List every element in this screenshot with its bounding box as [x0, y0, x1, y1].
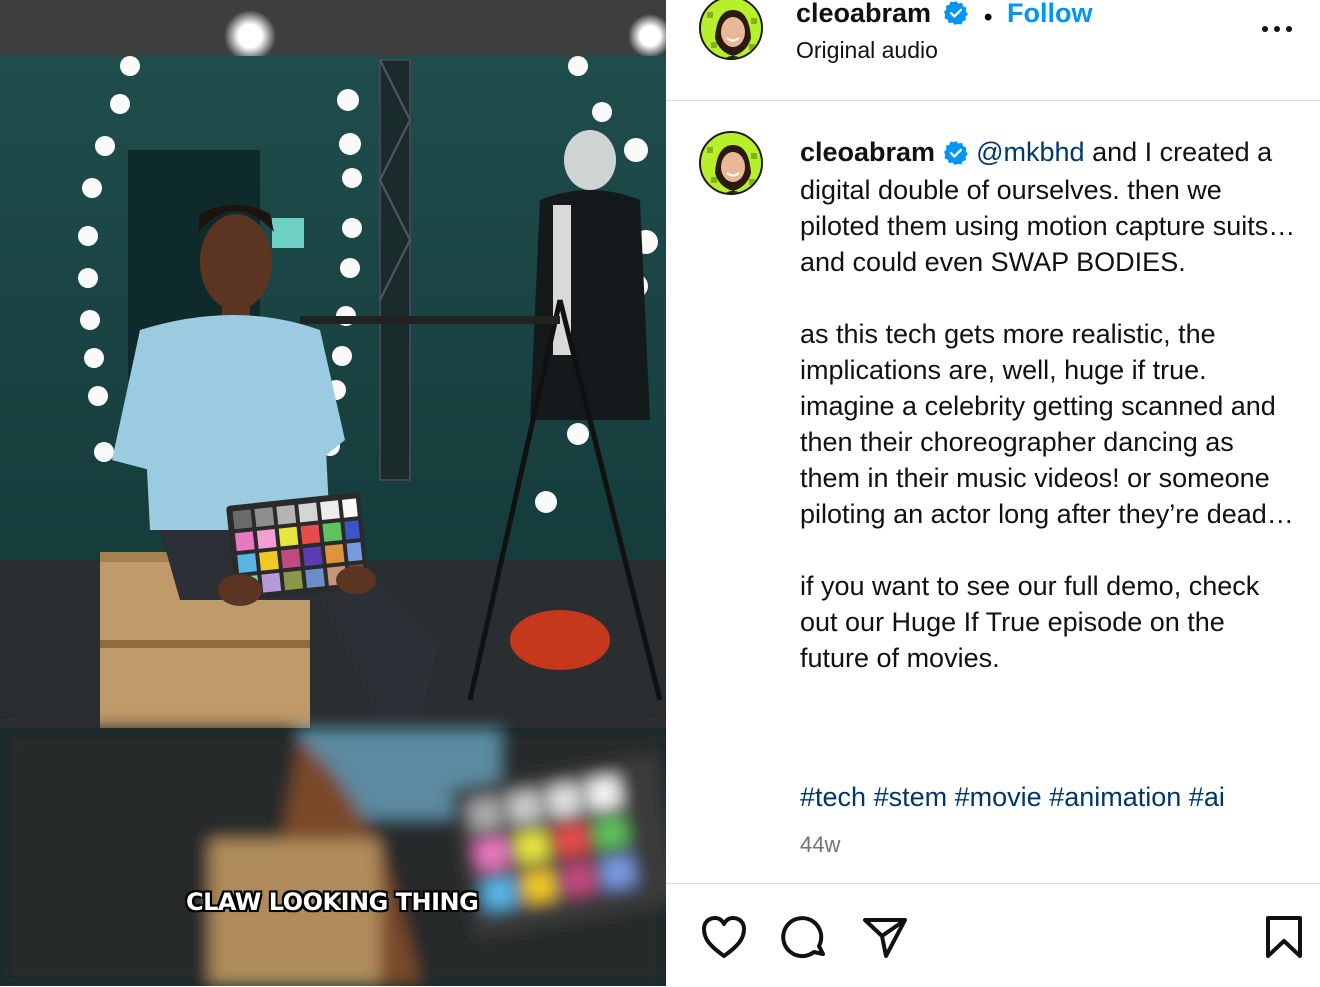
hashtags: #tech #stem #movie #animation #ai: [800, 782, 1225, 813]
hashtag-link[interactable]: #tech: [800, 782, 866, 812]
caption-username[interactable]: cleoabram: [800, 137, 935, 167]
caption-text: cleoabram @mkbhd and I created a digital…: [800, 134, 1300, 676]
post-video[interactable]: CLAW LOOKING THING: [0, 0, 666, 986]
separator-dot: •: [984, 4, 993, 31]
more-options-icon[interactable]: [1260, 22, 1294, 40]
verified-badge-icon: [943, 136, 969, 172]
video-frame: [0, 0, 666, 986]
hashtag-link[interactable]: #ai: [1189, 782, 1225, 812]
share-icon[interactable]: [862, 914, 908, 965]
comment-icon[interactable]: [781, 914, 829, 967]
post-caption-section: cleoabram @mkbhd and I created a digital…: [666, 100, 1320, 883]
bookmark-icon[interactable]: [1264, 914, 1304, 965]
caption-author-avatar[interactable]: [699, 131, 763, 195]
mention-link[interactable]: @mkbhd: [976, 137, 1084, 167]
post-header: cleoabram • Follow Original audio: [666, 0, 1320, 101]
author-avatar[interactable]: [699, 0, 763, 60]
hashtag-link[interactable]: #movie: [955, 782, 1042, 812]
author-username[interactable]: cleoabram: [796, 0, 931, 29]
post-timestamp[interactable]: 44w: [800, 832, 840, 858]
audio-label[interactable]: Original audio: [796, 37, 938, 64]
avatar-image: [701, 133, 761, 193]
heart-icon[interactable]: [700, 914, 748, 965]
avatar-image: [701, 0, 761, 58]
video-caption: CLAW LOOKING THING: [186, 888, 479, 916]
caption-body: and I created a digital double of oursel…: [800, 137, 1296, 673]
follow-button[interactable]: Follow: [1007, 0, 1092, 29]
post-panel: cleoabram • Follow Original audio cleoab…: [666, 0, 1320, 986]
hashtag-link[interactable]: #stem: [874, 782, 948, 812]
hashtag-link[interactable]: #animation: [1049, 782, 1181, 812]
action-bar: [666, 883, 1320, 987]
verified-badge-icon: [943, 0, 969, 31]
